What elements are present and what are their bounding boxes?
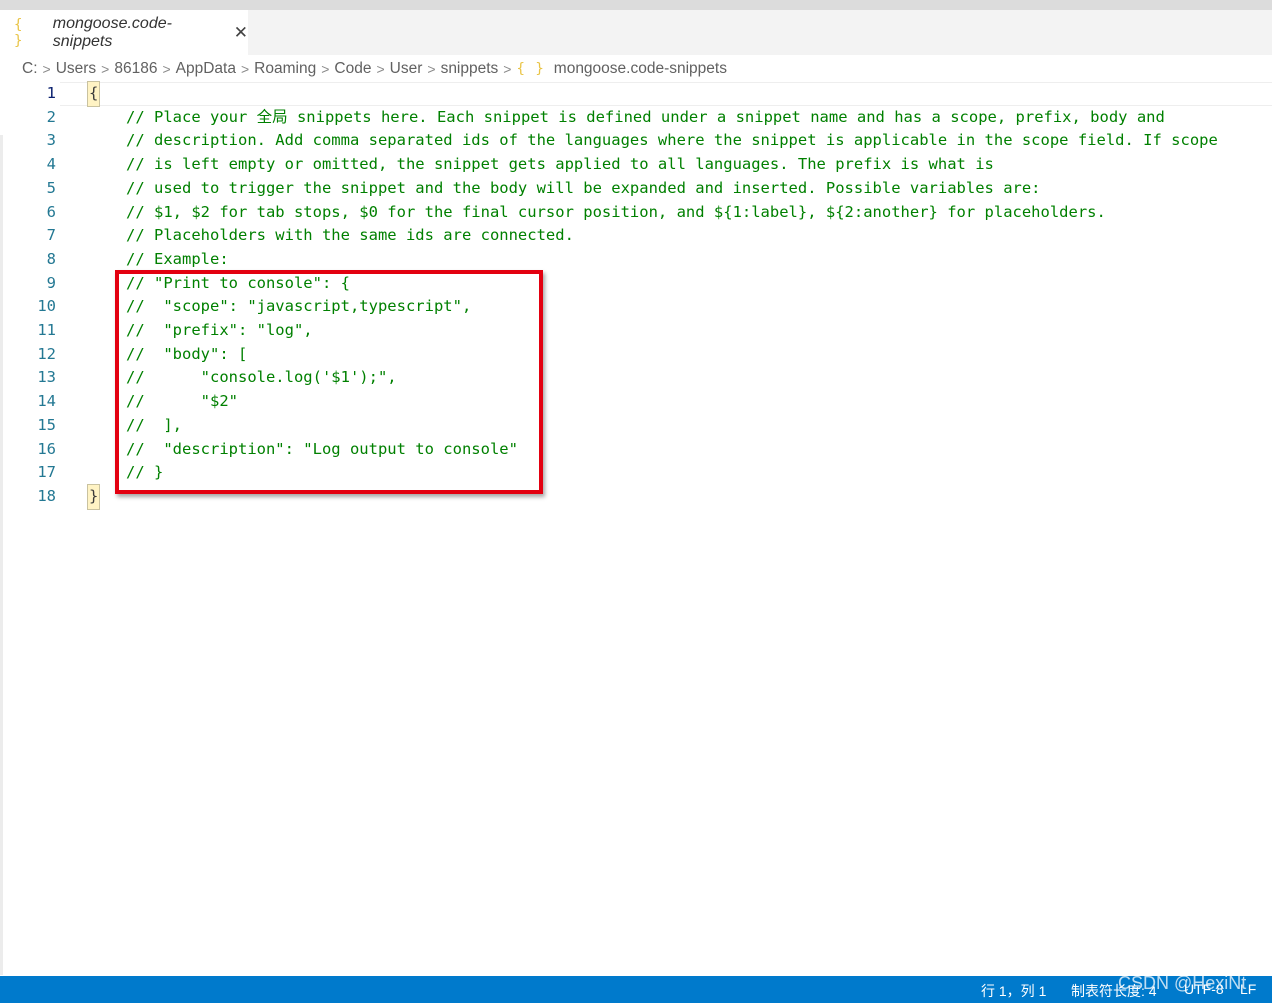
breadcrumb-item[interactable]: Users <box>56 60 96 78</box>
json-braces-icon: { } <box>516 61 545 77</box>
tab-mongoose-code-snippets[interactable]: { } mongoose.code-snippets ✕ <box>0 10 248 55</box>
line-number: 16 <box>37 439 56 458</box>
tab-label: mongoose.code-snippets <box>52 14 172 50</box>
line-number: 14 <box>37 392 56 411</box>
code-line[interactable]: 8 // Example: <box>0 248 1272 272</box>
chevron-right-icon: > <box>321 61 330 77</box>
code-line[interactable]: 2 // Place your 全局 snippets here. Each s… <box>0 106 1272 130</box>
watermark: CSDN @HexiNt <box>1118 973 1247 993</box>
chevron-right-icon: > <box>101 61 110 77</box>
code-line[interactable]: 3 // description. Add comma separated id… <box>0 129 1272 153</box>
chevron-right-icon: > <box>240 61 250 77</box>
red-annotation-box <box>115 270 543 494</box>
chevron-right-icon: > <box>503 61 512 77</box>
code-comment: // description. Add comma separated ids … <box>126 131 1218 150</box>
code-line[interactable]: 7 // Placeholders with the same ids are … <box>0 224 1272 248</box>
breadcrumb-item[interactable]: C: <box>22 60 38 78</box>
breadcrumb-item[interactable]: AppData <box>176 60 236 78</box>
breadcrumb-item[interactable]: snippets <box>441 60 499 78</box>
line-number: 13 <box>37 368 56 387</box>
current-line-highlight <box>60 82 1272 106</box>
line-number: 5 <box>46 178 56 197</box>
line-number: 9 <box>46 273 56 292</box>
code-comment: // used to trigger the snippet and the b… <box>126 178 1041 197</box>
line-number: 1 <box>46 84 56 102</box>
line-number: 3 <box>46 131 56 150</box>
open-brace: { <box>86 81 101 107</box>
line-number: 6 <box>46 202 56 221</box>
code-line[interactable]: 4 // is left empty or omitted, the snipp… <box>0 153 1272 177</box>
line-number: 11 <box>37 321 56 339</box>
cursor-position[interactable]: 行 1，列 1 <box>981 981 1046 1001</box>
chevron-right-icon: > <box>427 61 436 77</box>
line-number: 7 <box>46 226 56 245</box>
breadcrumb: C: > Users > 86186 > AppData > Roaming >… <box>22 58 727 80</box>
close-icon[interactable]: ✕ <box>234 23 248 43</box>
status-bar: 行 1，列 1 制表符长度: 4 UTF-8 LF <box>0 976 1272 1003</box>
line-number: 4 <box>46 155 56 174</box>
chevron-right-icon: > <box>162 61 171 77</box>
line-number: 12 <box>37 344 56 363</box>
breadcrumb-file[interactable]: mongoose.code-snippets <box>554 60 727 78</box>
code-editor[interactable]: 1 { 2 // Place your 全局 snippets here. Ea… <box>0 81 1272 976</box>
code-comment: // Placeholders with the same ids are co… <box>126 226 574 245</box>
code-comment: // $1, $2 for tab stops, $0 for the fina… <box>126 202 1106 221</box>
line-number: 15 <box>37 415 56 434</box>
title-strip <box>0 0 1272 10</box>
breadcrumb-item[interactable]: Code <box>334 60 371 78</box>
line-number: 17 <box>37 463 56 482</box>
close-brace: } <box>86 483 101 510</box>
chevron-right-icon: > <box>42 61 51 77</box>
code-comment: // is left empty or omitted, the snippet… <box>126 155 994 174</box>
json-braces-icon: { } <box>14 16 24 49</box>
code-line[interactable]: 1 { <box>0 81 1272 107</box>
breadcrumb-item[interactable]: Roaming <box>254 60 316 78</box>
code-comment: // Example: <box>126 249 229 268</box>
code-line[interactable]: 5 // used to trigger the snippet and the… <box>0 177 1272 201</box>
line-number: 10 <box>37 297 56 316</box>
chevron-right-icon: > <box>376 61 385 77</box>
breadcrumb-item[interactable]: User <box>390 60 423 78</box>
code-comment: // Place your 全局 snippets here. Each sni… <box>126 107 1165 126</box>
breadcrumb-item[interactable]: 86186 <box>114 60 157 78</box>
tab-bar: { } mongoose.code-snippets ✕ <box>0 10 1272 55</box>
line-number: 2 <box>46 107 56 126</box>
line-number: 8 <box>46 249 56 268</box>
code-line[interactable]: 6 // $1, $2 for tab stops, $0 for the fi… <box>0 201 1272 225</box>
line-number: 18 <box>37 486 56 505</box>
